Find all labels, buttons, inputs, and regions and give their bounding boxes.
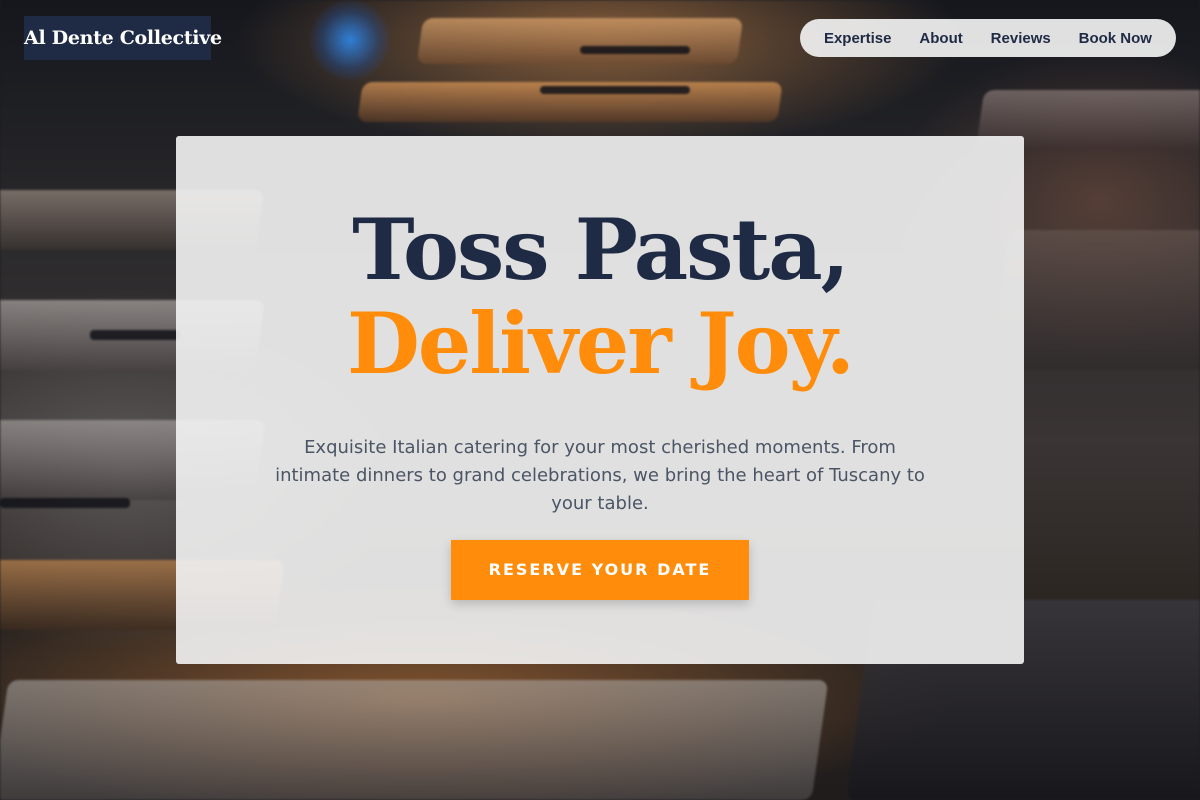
landing-page: Al Dente Collective Expertise About Revi… — [0, 0, 1200, 800]
nav-link-reviews[interactable]: Reviews — [991, 30, 1051, 47]
blue-glove-blur — [310, 0, 390, 80]
chafing-dish-shape — [416, 18, 744, 64]
main-nav: Expertise About Reviews Book Now — [800, 19, 1176, 57]
dish-handle — [0, 498, 130, 508]
dish-handle — [540, 86, 690, 94]
dish-handle — [90, 330, 180, 340]
dish-handle — [580, 46, 690, 54]
nav-link-book-now[interactable]: Book Now — [1079, 30, 1152, 47]
hero-subtitle: Exquisite Italian catering for your most… — [275, 437, 925, 514]
nav-link-about[interactable]: About — [919, 30, 962, 47]
chafing-dish-shape — [0, 680, 829, 800]
hero-title-line-2: Deliver Joy. — [346, 294, 855, 393]
hero-title-line-1: Toss Pasta, — [352, 200, 850, 299]
brand-logo[interactable]: Al Dente Collective — [24, 16, 222, 60]
hero-card: Toss Pasta, Deliver Joy. Exquisite Itali… — [176, 136, 1024, 664]
nav-link-expertise[interactable]: Expertise — [824, 30, 892, 47]
reserve-date-button[interactable]: RESERVE YOUR DATE — [451, 540, 749, 600]
